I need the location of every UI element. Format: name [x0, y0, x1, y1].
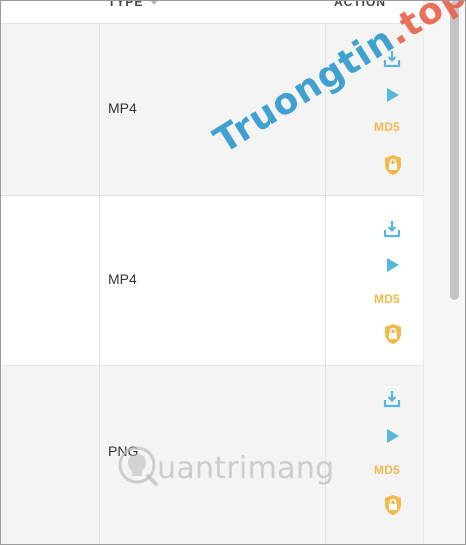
file-type-cell: MP4 [108, 271, 137, 287]
scrollbar-thumb[interactable] [450, 1, 459, 300]
lock-icon[interactable] [383, 494, 403, 516]
column-divider [325, 24, 326, 195]
table-row: MP4 MD5 [1, 24, 423, 196]
play-icon[interactable] [383, 86, 401, 104]
lock-icon[interactable] [383, 154, 403, 176]
download-icon[interactable] [383, 220, 401, 238]
file-table-panel: TYPE ACTION MP4 MD5 MP4 MD5 PNG MD5 Truo… [0, 0, 466, 545]
sort-icon[interactable] [149, 1, 159, 5]
download-icon[interactable] [383, 390, 401, 408]
md5-link[interactable]: MD5 [374, 463, 400, 477]
vertical-scrollbar[interactable] [423, 1, 465, 544]
table-row: MP4 MD5 [1, 196, 423, 366]
file-type-cell: MP4 [108, 100, 137, 116]
file-type-cell: PNG [108, 443, 139, 459]
table-header: TYPE ACTION [1, 1, 423, 24]
column-divider [325, 196, 326, 365]
column-divider [99, 24, 100, 195]
download-icon[interactable] [383, 50, 401, 68]
md5-link[interactable]: MD5 [374, 120, 400, 134]
type-column-header[interactable]: TYPE [108, 1, 143, 9]
play-icon[interactable] [383, 427, 401, 445]
table-row: PNG MD5 [1, 366, 423, 544]
action-column-header: ACTION [334, 0, 386, 9]
lock-icon[interactable] [383, 323, 403, 345]
md5-link[interactable]: MD5 [374, 292, 400, 306]
play-icon[interactable] [383, 256, 401, 274]
column-divider [99, 196, 100, 365]
column-divider [99, 366, 100, 544]
column-divider [325, 366, 326, 544]
